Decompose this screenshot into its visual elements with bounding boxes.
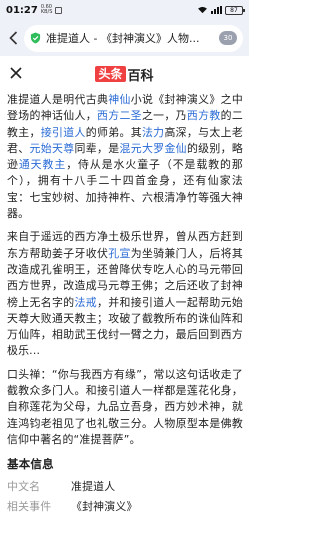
logo-text: 百科: [127, 68, 154, 84]
close-icon[interactable]: [8, 65, 24, 81]
article-text: 同辈，是: [74, 141, 120, 155]
article-link[interactable]: 混元大罗金仙: [119, 142, 186, 155]
article-text: 的师弟。其: [85, 125, 142, 139]
basic-info-list: 中文名 准提道人相关事件 《封神演义》: [7, 477, 243, 517]
article-text: 之一，乃: [141, 109, 187, 123]
article-link[interactable]: 神仙: [108, 93, 131, 106]
logo-badge: 头条: [95, 66, 126, 82]
toutiao-baike-logo: 头条 百科: [95, 65, 154, 84]
notification-icon: [55, 6, 63, 14]
tab-count-badge[interactable]: 30: [219, 31, 237, 45]
page-header: 头条 百科: [0, 56, 249, 92]
info-row: 中文名 准提道人: [7, 477, 243, 497]
wifi-icon: [198, 6, 207, 14]
article-paragraph-intro: 准提道人是明代古典神仙小说《封神演义》之中登场的神话仙人，西方二圣之一，乃西方教…: [7, 92, 243, 222]
info-value: 准提道人: [71, 479, 116, 493]
article-link[interactable]: 西方教: [187, 109, 221, 122]
article-paragraph-origin: 来自于遥远的西方净土极乐世界，曾从西方赶到东方帮助姜子牙收伏孔宣为坐骑兼门人，后…: [7, 229, 243, 359]
back-icon[interactable]: [6, 29, 20, 47]
article-text: 口头禅：“你与我西方有缘”，常以这句话收走了截教众多门人。和接引道人一样都是莲花…: [7, 367, 243, 446]
address-bar[interactable]: 准提道人 - 《封神演义》人物... 30: [24, 24, 243, 52]
article-text: 准提道人是明代古典: [7, 93, 109, 106]
status-bar: 01:27 0.60 KB/S 87: [0, 0, 249, 20]
article-link[interactable]: 通天教主: [19, 158, 66, 171]
signal-icon: [211, 6, 222, 14]
article-link[interactable]: 西方二圣: [97, 109, 142, 122]
article-body: 准提道人是明代古典神仙小说《封神演义》之中登场的神话仙人，西方二圣之一，乃西方教…: [7, 92, 243, 517]
article-paragraph-catchphrase: 口头禅：“你与我西方有缘”，常以这句话收走了截教众多门人。和接引道人一样都是莲花…: [7, 367, 243, 448]
article-link[interactable]: 接引道人: [41, 126, 86, 139]
article-link[interactable]: 元始天尊: [30, 142, 75, 155]
network-speed-unit: KB/S: [40, 9, 53, 15]
info-value: 《封神演义》: [71, 499, 138, 513]
article-link[interactable]: 孔宣: [108, 247, 131, 260]
url-text: 准提道人 - 《封神演义》人物...: [46, 32, 200, 45]
info-key: 相关事件: [7, 499, 52, 513]
article-link[interactable]: 法力: [142, 126, 165, 139]
battery-icon: 87: [225, 5, 245, 15]
article-link[interactable]: 法戒: [74, 296, 97, 309]
browser-toolbar: 准提道人 - 《封神演义》人物... 30: [0, 20, 249, 56]
basic-info-title: 基本信息: [7, 457, 54, 472]
shield-icon: [30, 32, 41, 44]
info-row: 相关事件 《封神演义》: [7, 497, 243, 517]
info-key: 中文名: [7, 479, 41, 493]
network-speed: 0.60 KB/S: [41, 5, 53, 15]
status-time: 01:27: [6, 4, 38, 16]
